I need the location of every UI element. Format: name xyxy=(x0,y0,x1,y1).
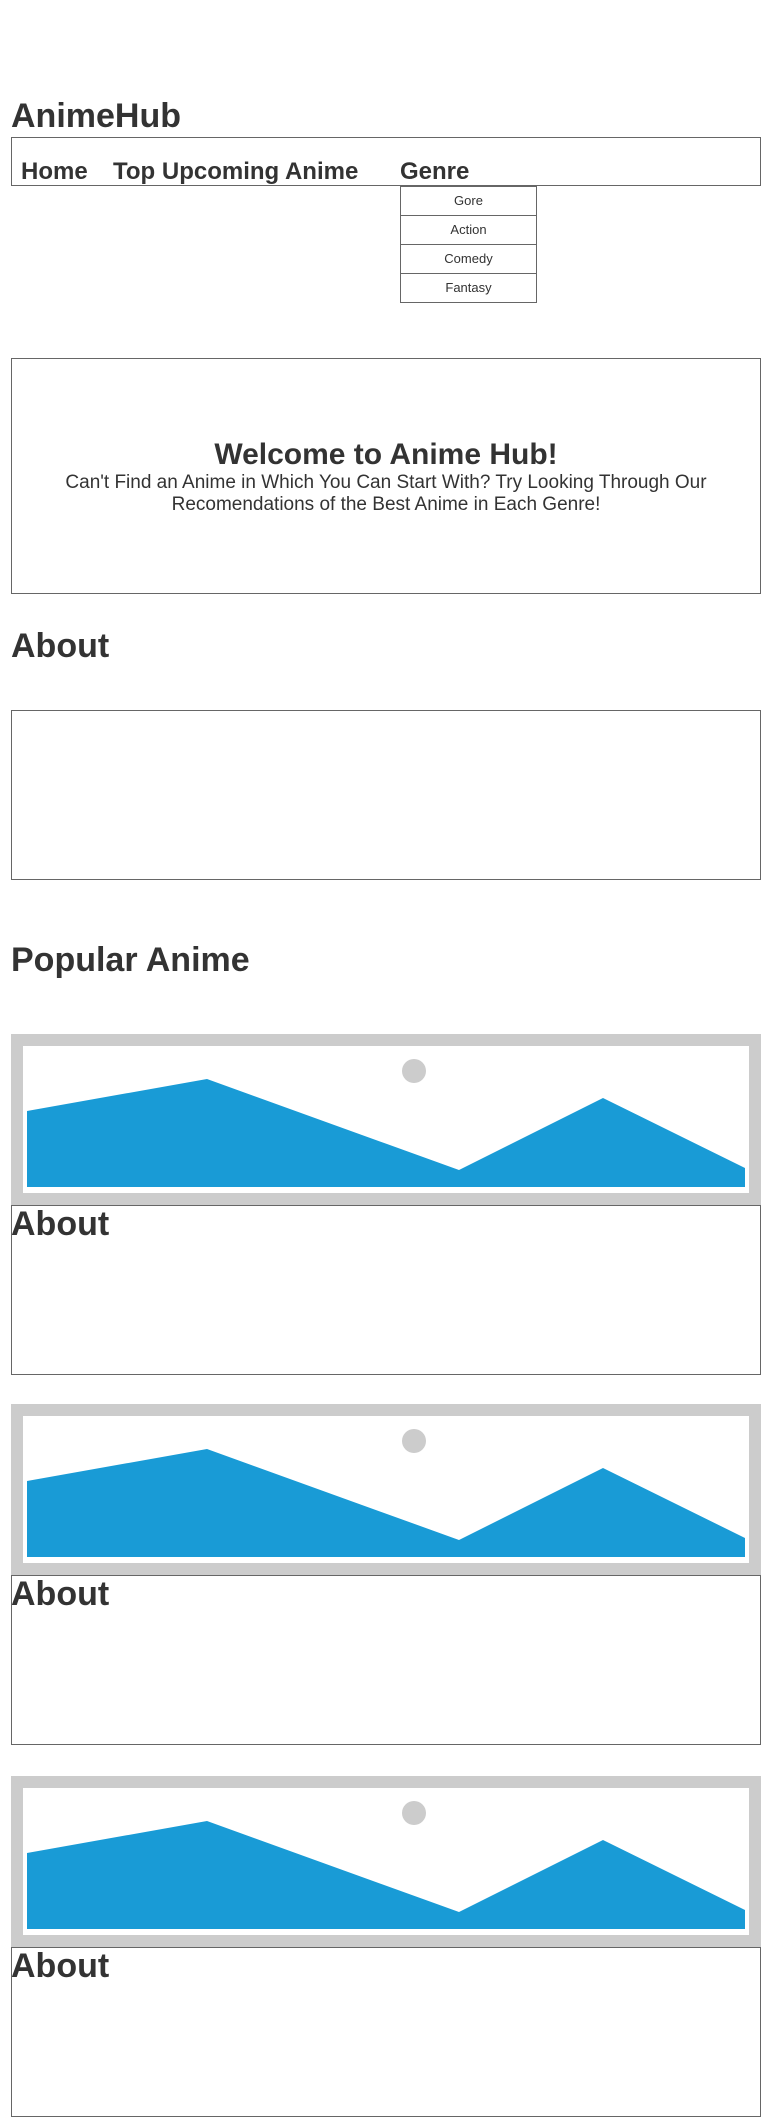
hero-subtitle: Can't Find an Anime in Which You Can Sta… xyxy=(65,472,707,515)
about-heading: About xyxy=(11,627,110,665)
anime-card-body: About xyxy=(11,1575,761,1745)
nav-genre-dropdown[interactable]: Genre xyxy=(400,158,469,186)
genre-dropdown-menu: Gore Action Comedy Fantasy xyxy=(400,186,537,303)
anime-card-title: About xyxy=(11,1947,110,1985)
anime-card-title: About xyxy=(11,1205,110,1243)
anime-card-body: About xyxy=(11,1205,761,1375)
anime-card[interactable]: About xyxy=(11,1776,761,2117)
anime-card[interactable]: About xyxy=(11,1034,761,1375)
genre-option-fantasy[interactable]: Fantasy xyxy=(400,273,537,303)
genre-option-comedy[interactable]: Comedy xyxy=(400,244,537,274)
anime-card[interactable]: About xyxy=(11,1404,761,1745)
hero-title: Welcome to Anime Hub! xyxy=(214,438,558,471)
genre-option-action[interactable]: Action xyxy=(400,215,537,245)
anime-card-body: About xyxy=(11,1947,761,2117)
anime-card-title: About xyxy=(11,1575,110,1613)
nav-home-link[interactable]: Home xyxy=(21,158,88,186)
main-navbar: Home Top Upcoming Anime Genre xyxy=(11,137,761,186)
popular-anime-heading: Popular Anime xyxy=(11,941,250,979)
image-placeholder-icon xyxy=(11,1404,761,1575)
image-placeholder-icon xyxy=(11,1776,761,1947)
image-placeholder-icon xyxy=(11,1034,761,1205)
about-content-box xyxy=(11,710,761,880)
site-logo[interactable]: AnimeHub xyxy=(11,96,181,136)
nav-top-upcoming-link[interactable]: Top Upcoming Anime xyxy=(113,158,358,186)
genre-option-gore[interactable]: Gore xyxy=(400,186,537,216)
hero-banner: Welcome to Anime Hub! Can't Find an Anim… xyxy=(11,358,761,594)
